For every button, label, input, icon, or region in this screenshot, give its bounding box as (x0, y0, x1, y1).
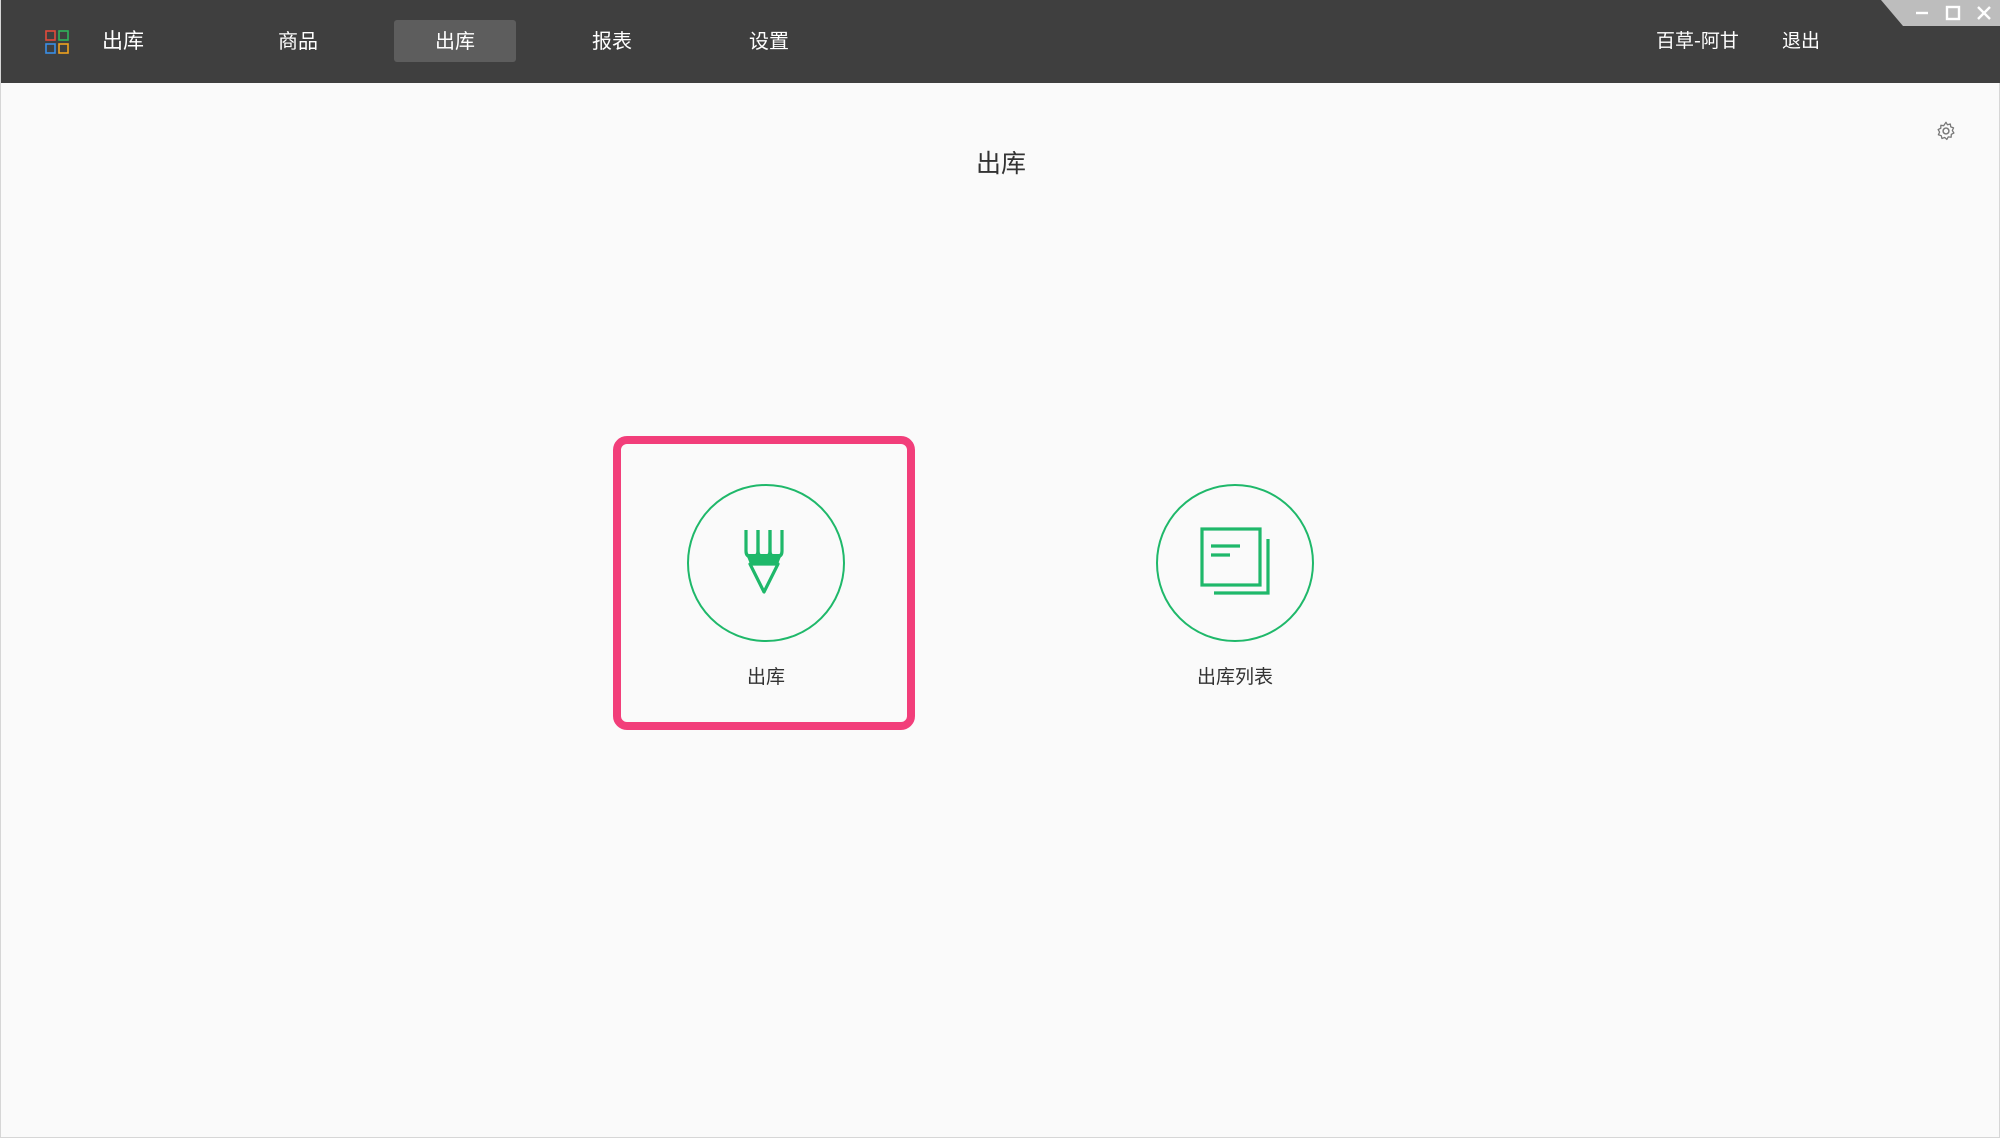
window-controls (1881, 0, 2000, 26)
nav-tab-outbound[interactable]: 出库 (394, 20, 516, 62)
app-title: 出库 (102, 29, 144, 53)
app-window: 出库 商品 出库 报表 设置 百草-阿甘 退出 出库 出库 出库列表 (0, 0, 2000, 1138)
nav-tab-settings[interactable]: 设置 (708, 20, 830, 62)
settings-gear-icon[interactable] (1935, 120, 1957, 142)
logout-button[interactable]: 退出 (1782, 0, 1820, 83)
document-list-icon (1200, 527, 1270, 595)
minimize-icon[interactable] (1911, 3, 1933, 23)
page-title: 出库 (975, 149, 1026, 178)
top-bar: 出库 商品 出库 报表 设置 百草-阿甘 退出 (1, 0, 2000, 83)
maximize-icon[interactable] (1942, 3, 1964, 23)
selection-highlight (613, 436, 915, 730)
user-name[interactable]: 百草-阿甘 (1656, 0, 1739, 83)
close-icon[interactable] (1973, 3, 1995, 23)
nav-tab-products[interactable]: 商品 (237, 20, 359, 62)
outbound-list-tile[interactable]: 出库列表 (1113, 446, 1353, 688)
outbound-list-tile-label: 出库列表 (1196, 666, 1273, 688)
app-grid-logo-icon[interactable] (45, 30, 69, 54)
nav-tab-reports[interactable]: 报表 (551, 20, 673, 62)
